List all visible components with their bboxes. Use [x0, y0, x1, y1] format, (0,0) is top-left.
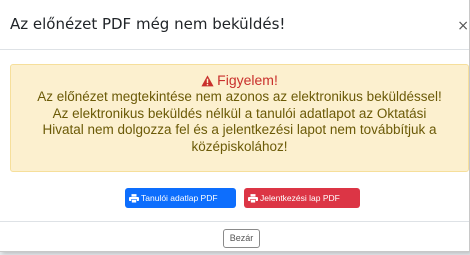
- application-pdf-button[interactable]: Jelentkezési lap PDF: [244, 188, 360, 208]
- close-icon[interactable]: ×: [457, 18, 469, 34]
- student-pdf-button[interactable]: Tanulói adatlap PDF: [125, 188, 236, 208]
- alert-body: Az előnézet megtekintése nem azonos az e…: [11, 89, 468, 155]
- alert-line: Az előnézet megtekintése nem azonos az e…: [37, 89, 442, 104]
- alert-line: középiskolához!: [191, 138, 288, 154]
- modal-title: Az előnézet PDF még nem beküldés!: [10, 15, 286, 33]
- print-icon: [129, 194, 139, 204]
- application-pdf-label: Jelentkezési lap PDF: [260, 193, 340, 203]
- close-button[interactable]: Bezár: [223, 229, 260, 248]
- modal-header: Az előnézet PDF még nem beküldés! ×: [0, 0, 469, 50]
- warning-alert: Figyelem! Az előnézet megtekintése nem a…: [10, 64, 469, 172]
- student-pdf-label: Tanulói adatlap PDF: [141, 193, 218, 203]
- modal-dialog: Az előnézet PDF még nem beküldés! × Figy…: [0, 0, 470, 252]
- alert-line: Hivatal nem dolgozza fel és a jelentkezé…: [42, 122, 437, 137]
- alert-line: Az elektronikus beküldés nélkül a tanuló…: [52, 105, 427, 121]
- warning-triangle-icon: [201, 75, 214, 87]
- alert-heading-text: Figyelem!: [217, 72, 278, 88]
- alert-heading: Figyelem!: [11, 72, 468, 89]
- print-icon: [248, 194, 258, 204]
- footer-divider: [0, 221, 469, 222]
